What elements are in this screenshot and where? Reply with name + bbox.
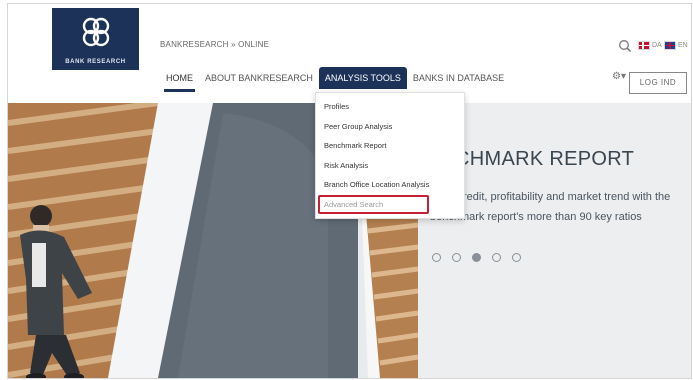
nav-home[interactable]: HOME — [160, 67, 199, 92]
login-button[interactable]: LOG IND — [629, 72, 687, 94]
nav-about[interactable]: ABOUT BANKRESEARCH — [199, 67, 319, 89]
hero-title: CHMARK REPORT — [455, 148, 635, 170]
menu-item-branch-office-location-analysis[interactable]: Branch Office Location Analysis — [316, 175, 464, 195]
main-nav: HOME ABOUT BANKRESEARCH ANALYSIS TOOLS B… — [160, 64, 510, 92]
lang-en-label: EN — [678, 42, 688, 49]
nav-analysis-tools[interactable]: ANALYSIS TOOLS — [318, 67, 407, 89]
flag-da-icon — [638, 41, 650, 50]
carousel-dot-active[interactable] — [472, 253, 481, 262]
flag-en-icon — [664, 41, 676, 50]
lang-da-label: DA — [652, 42, 662, 49]
browser-frame: BANK RESEARCH BANKRESEARCH » ONLINE HOME… — [7, 3, 692, 379]
lang-switch-en[interactable]: EN — [664, 41, 688, 50]
gear-icon[interactable]: ⚙▾ — [612, 71, 626, 82]
menu-item-profiles[interactable]: Profiles — [316, 97, 464, 117]
menu-item-risk-analysis[interactable]: Risk Analysis — [316, 156, 464, 176]
nav-banks-in-database[interactable]: BANKS IN DATABASE — [407, 67, 510, 89]
breadcrumb[interactable]: BANKRESEARCH » ONLINE — [160, 40, 269, 49]
carousel-dot[interactable] — [492, 253, 501, 262]
menu-item-benchmark-report[interactable]: Benchmark Report — [316, 136, 464, 156]
carousel-dot[interactable] — [452, 253, 461, 262]
search-icon[interactable] — [618, 39, 632, 53]
logo-mark-icon — [82, 17, 110, 47]
hero-text: ment credit, profitability and market tr… — [430, 191, 671, 223]
advanced-search-highlight — [318, 195, 429, 214]
carousel-dots — [432, 253, 521, 262]
carousel-dot[interactable] — [512, 253, 521, 262]
lang-switch-da[interactable]: DA — [638, 41, 662, 50]
logo[interactable]: BANK RESEARCH — [52, 8, 139, 70]
logo-text: BANK RESEARCH — [65, 59, 126, 65]
carousel-dot[interactable] — [432, 253, 441, 262]
menu-item-peer-group-analysis[interactable]: Peer Group Analysis — [316, 117, 464, 137]
